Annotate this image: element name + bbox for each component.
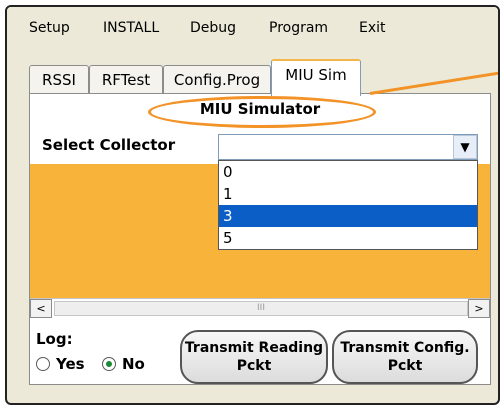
- scroll-right-icon[interactable]: >: [468, 299, 490, 318]
- transmit-config-label: Transmit Config. Pckt: [340, 340, 470, 374]
- collector-option-5[interactable]: 5: [219, 227, 477, 249]
- log-yes-radio[interactable]: Yes: [36, 355, 85, 373]
- radio-unchecked-icon[interactable]: [36, 357, 50, 371]
- collector-option-3[interactable]: 3: [219, 205, 477, 227]
- menu-debug[interactable]: Debug: [190, 20, 236, 36]
- chevron-down-icon[interactable]: ▼: [453, 135, 477, 159]
- horizontal-scrollbar[interactable]: < III >: [30, 298, 490, 318]
- transmit-reading-button[interactable]: Transmit Reading Pckt: [180, 330, 328, 384]
- menu-setup[interactable]: Setup: [29, 20, 70, 36]
- log-no-radio[interactable]: No: [102, 355, 145, 373]
- application-window: Setup INSTALL Debug Program Exit RSSI RF…: [5, 5, 500, 405]
- scroll-left-icon[interactable]: <: [30, 299, 52, 318]
- tab-config-prog[interactable]: Config.Prog: [163, 65, 271, 94]
- collector-dropdown-list[interactable]: 0 1 3 5: [218, 160, 478, 250]
- select-collector-label: Select Collector: [42, 136, 176, 154]
- collector-option-1[interactable]: 1: [219, 183, 477, 205]
- collector-option-0[interactable]: 0: [219, 161, 477, 183]
- menu-program[interactable]: Program: [269, 20, 328, 36]
- transmit-reading-label: Transmit Reading Pckt: [184, 340, 324, 374]
- tab-rftest[interactable]: RFTest: [89, 65, 163, 94]
- transmit-config-button[interactable]: Transmit Config. Pckt: [332, 330, 478, 384]
- collector-combobox[interactable]: ▼: [218, 134, 478, 160]
- tab-rssi[interactable]: RSSI: [29, 65, 89, 94]
- menu-install[interactable]: INSTALL: [103, 20, 159, 36]
- menu-bar: Setup INSTALL Debug Program Exit: [7, 7, 498, 49]
- log-yes-label: Yes: [56, 355, 85, 373]
- miu-sim-panel: MIU Simulator ➤ Select Collector ▼ 0 1 3…: [29, 70, 498, 385]
- radio-checked-icon[interactable]: [102, 357, 116, 371]
- menu-exit[interactable]: Exit: [359, 20, 386, 36]
- log-no-label: No: [122, 355, 145, 373]
- tab-miu-sim[interactable]: MIU Sim: [271, 59, 361, 96]
- title-callout-ellipse: [148, 96, 376, 128]
- log-label: Log:: [36, 330, 73, 348]
- tab-strip: RSSI RFTest Config.Prog MIU Sim: [7, 57, 498, 96]
- scroll-thumb[interactable]: III: [54, 301, 468, 316]
